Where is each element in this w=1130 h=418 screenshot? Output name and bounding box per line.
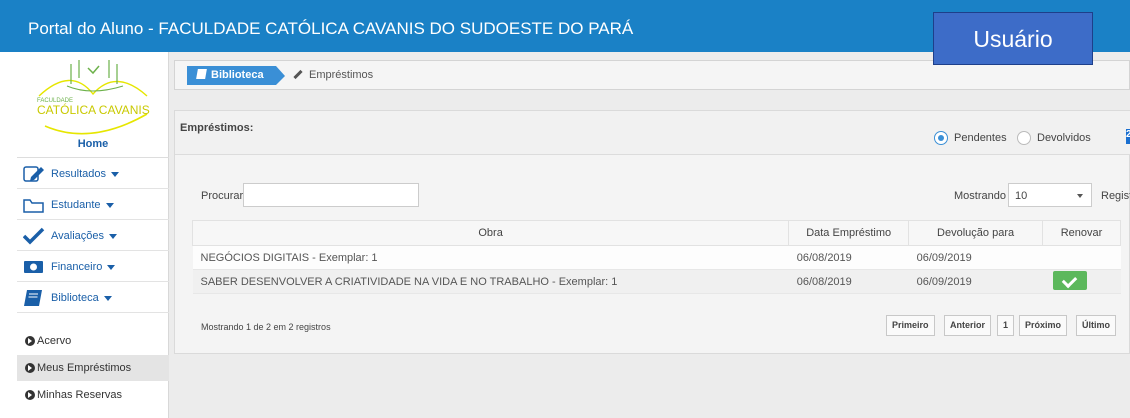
sidebar-item-resultados[interactable]: Resultados bbox=[17, 159, 169, 189]
pager-first[interactable]: Primeiro bbox=[886, 315, 935, 336]
logo[interactable]: FACULDADE CATÓLICA CAVANIS Home bbox=[17, 52, 169, 158]
chevron-down-icon bbox=[105, 202, 114, 208]
cell-devolucao: 06/09/2019 bbox=[908, 269, 1043, 294]
table-row: NEGÓCIOS DIGITAIS - Exemplar: 1 06/08/20… bbox=[192, 245, 1121, 270]
renew-button[interactable] bbox=[1052, 270, 1087, 290]
show-label: Mostrando bbox=[954, 190, 1006, 202]
sidebar-item-label: Biblioteca bbox=[51, 292, 99, 304]
check-icon bbox=[22, 227, 45, 248]
logo-image: FACULDADE CATÓLICA CAVANIS bbox=[37, 60, 150, 135]
panel-header: Empréstimos: Pendentes Devolvidos 2 bbox=[175, 111, 1130, 155]
chevron-down-icon bbox=[103, 295, 112, 301]
portal-title: Portal do Aluno - FACULDADE CATÓLICA CAV… bbox=[28, 19, 634, 38]
sidebar-item-label: Resultados bbox=[51, 168, 107, 180]
chevron-down-icon bbox=[107, 264, 116, 270]
table-row: SABER DESENVOLVER A CRIATIVIDADE NA VIDA… bbox=[192, 269, 1121, 294]
records-label: Registros bbox=[1101, 190, 1130, 202]
pager-next[interactable]: Próximo bbox=[1019, 315, 1068, 336]
user-label[interactable]: Usuário bbox=[933, 12, 1093, 65]
sidebar: FACULDADE CATÓLICA CAVANIS Home Resultad… bbox=[17, 52, 169, 418]
book-icon bbox=[23, 289, 45, 310]
breadcrumb-emprestimos: Empréstimos bbox=[293, 69, 373, 81]
pagination-info: Mostrando 1 de 2 em 2 registros bbox=[201, 322, 331, 332]
chevron-down-icon bbox=[109, 233, 117, 239]
sidebar-item-estudante[interactable]: Estudante bbox=[17, 190, 169, 220]
search-label: Procurar: bbox=[201, 190, 247, 202]
sidebar-item-biblioteca[interactable]: Biblioteca bbox=[17, 283, 169, 313]
pager-last[interactable]: Último bbox=[1076, 315, 1116, 336]
pager-previous[interactable]: Anterior bbox=[944, 315, 992, 336]
cell-obra: SABER DESENVOLVER A CRIATIVIDADE NA VIDA… bbox=[192, 269, 789, 294]
pencil-icon bbox=[293, 69, 303, 80]
money-icon bbox=[23, 258, 45, 279]
radio-pending[interactable] bbox=[934, 131, 948, 145]
col-header-obra[interactable]: Obra bbox=[191, 220, 790, 246]
sidebar-item-financeiro[interactable]: Financeiro bbox=[17, 252, 169, 282]
radio-returned-label[interactable]: Devolvidos bbox=[1037, 132, 1091, 144]
arrow-circle-icon bbox=[25, 336, 35, 346]
chevron-down-icon bbox=[111, 171, 120, 177]
edit-icon bbox=[23, 165, 45, 186]
folder-icon bbox=[23, 196, 45, 217]
breadcrumb-biblioteca[interactable]: Biblioteca bbox=[187, 66, 285, 85]
arrow-circle-icon bbox=[25, 390, 35, 400]
col-header-renovar[interactable]: Renovar bbox=[1042, 220, 1121, 246]
cell-obra: NEGÓCIOS DIGITAIS - Exemplar: 1 bbox=[192, 245, 789, 270]
col-header-data[interactable]: Data Empréstimo bbox=[788, 220, 910, 246]
loans-table: Obra Data Empréstimo Devolução para Reno… bbox=[191, 220, 1121, 294]
cell-renovar bbox=[1042, 269, 1121, 294]
cell-renovar bbox=[1042, 245, 1121, 270]
pager-page-1[interactable]: 1 bbox=[997, 315, 1015, 336]
main-content: Biblioteca Empréstimos Empréstimos: Pend… bbox=[169, 52, 1130, 418]
home-link[interactable]: Home bbox=[17, 138, 169, 150]
loans-panel: Empréstimos: Pendentes Devolvidos 2 Proc… bbox=[174, 110, 1130, 354]
book-icon bbox=[196, 69, 207, 79]
cell-data: 06/08/2019 bbox=[788, 245, 909, 270]
radio-returned[interactable] bbox=[1017, 131, 1031, 145]
cell-devolucao: 06/09/2019 bbox=[908, 245, 1043, 270]
sidebar-subitem-minhas-reservas[interactable]: Minhas Reservas bbox=[17, 382, 169, 408]
arrow-circle-icon bbox=[25, 363, 35, 373]
sidebar-subitem-acervo[interactable]: Acervo bbox=[17, 328, 169, 354]
count-badge: 2 bbox=[1126, 129, 1130, 144]
cell-data: 06/08/2019 bbox=[788, 269, 909, 294]
col-header-devolucao[interactable]: Devolução para bbox=[908, 220, 1044, 246]
page-size-select[interactable]: 10 bbox=[1008, 183, 1092, 207]
chevron-down-icon bbox=[1077, 194, 1083, 198]
sidebar-item-label: Financeiro bbox=[51, 261, 103, 273]
sidebar-subitem-meus-emprestimos[interactable]: Meus Empréstimos bbox=[17, 355, 169, 381]
logo-large-text: CATÓLICA CAVANIS bbox=[37, 102, 150, 117]
sidebar-item-label: Avaliações bbox=[51, 230, 104, 242]
sidebar-item-label: Estudante bbox=[51, 199, 101, 211]
sidebar-item-avaliacoes[interactable]: Avaliações bbox=[17, 221, 169, 251]
radio-pending-label[interactable]: Pendentes bbox=[954, 132, 1007, 144]
search-input[interactable] bbox=[243, 183, 419, 207]
panel-title: Empréstimos: bbox=[180, 122, 254, 134]
